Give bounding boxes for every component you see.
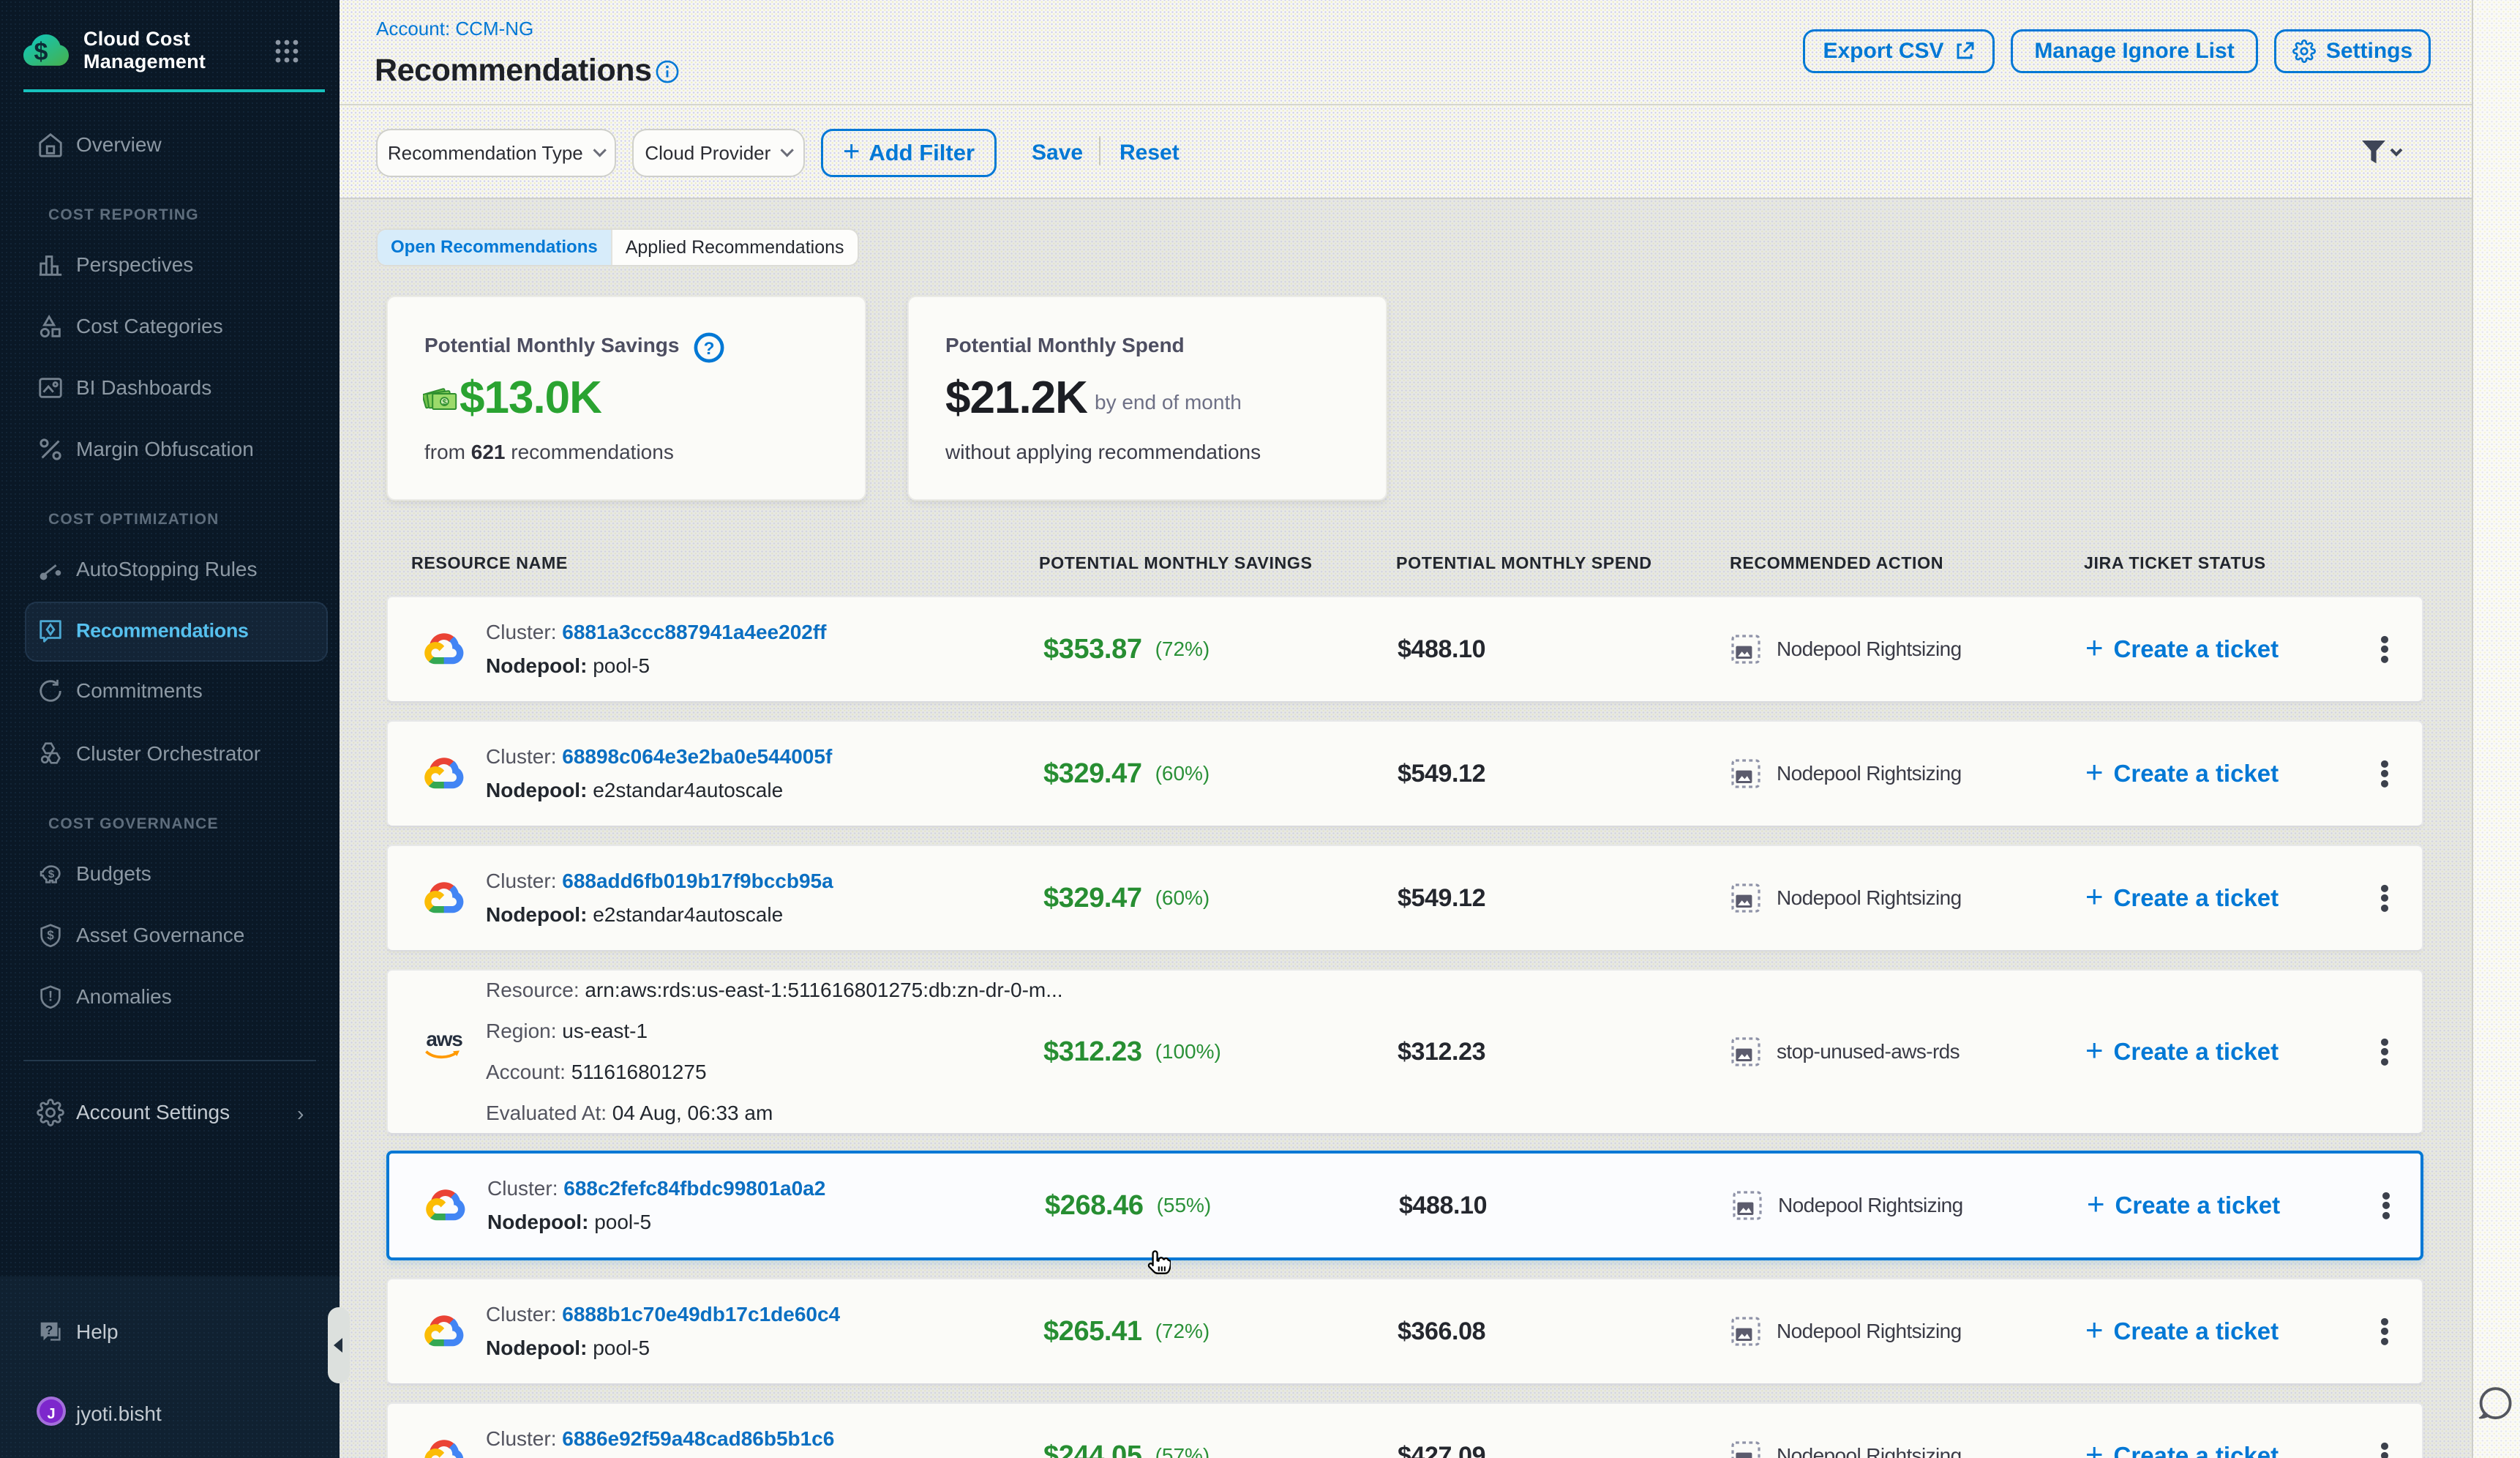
svg-text:$: $	[48, 868, 55, 881]
svg-text:?: ?	[45, 1323, 53, 1337]
svg-text:$: $	[443, 398, 447, 407]
svg-text:$: $	[47, 929, 54, 943]
svg-text:?: ?	[704, 339, 715, 359]
svg-text:$: $	[34, 38, 48, 66]
svg-text:!: !	[48, 990, 53, 1005]
